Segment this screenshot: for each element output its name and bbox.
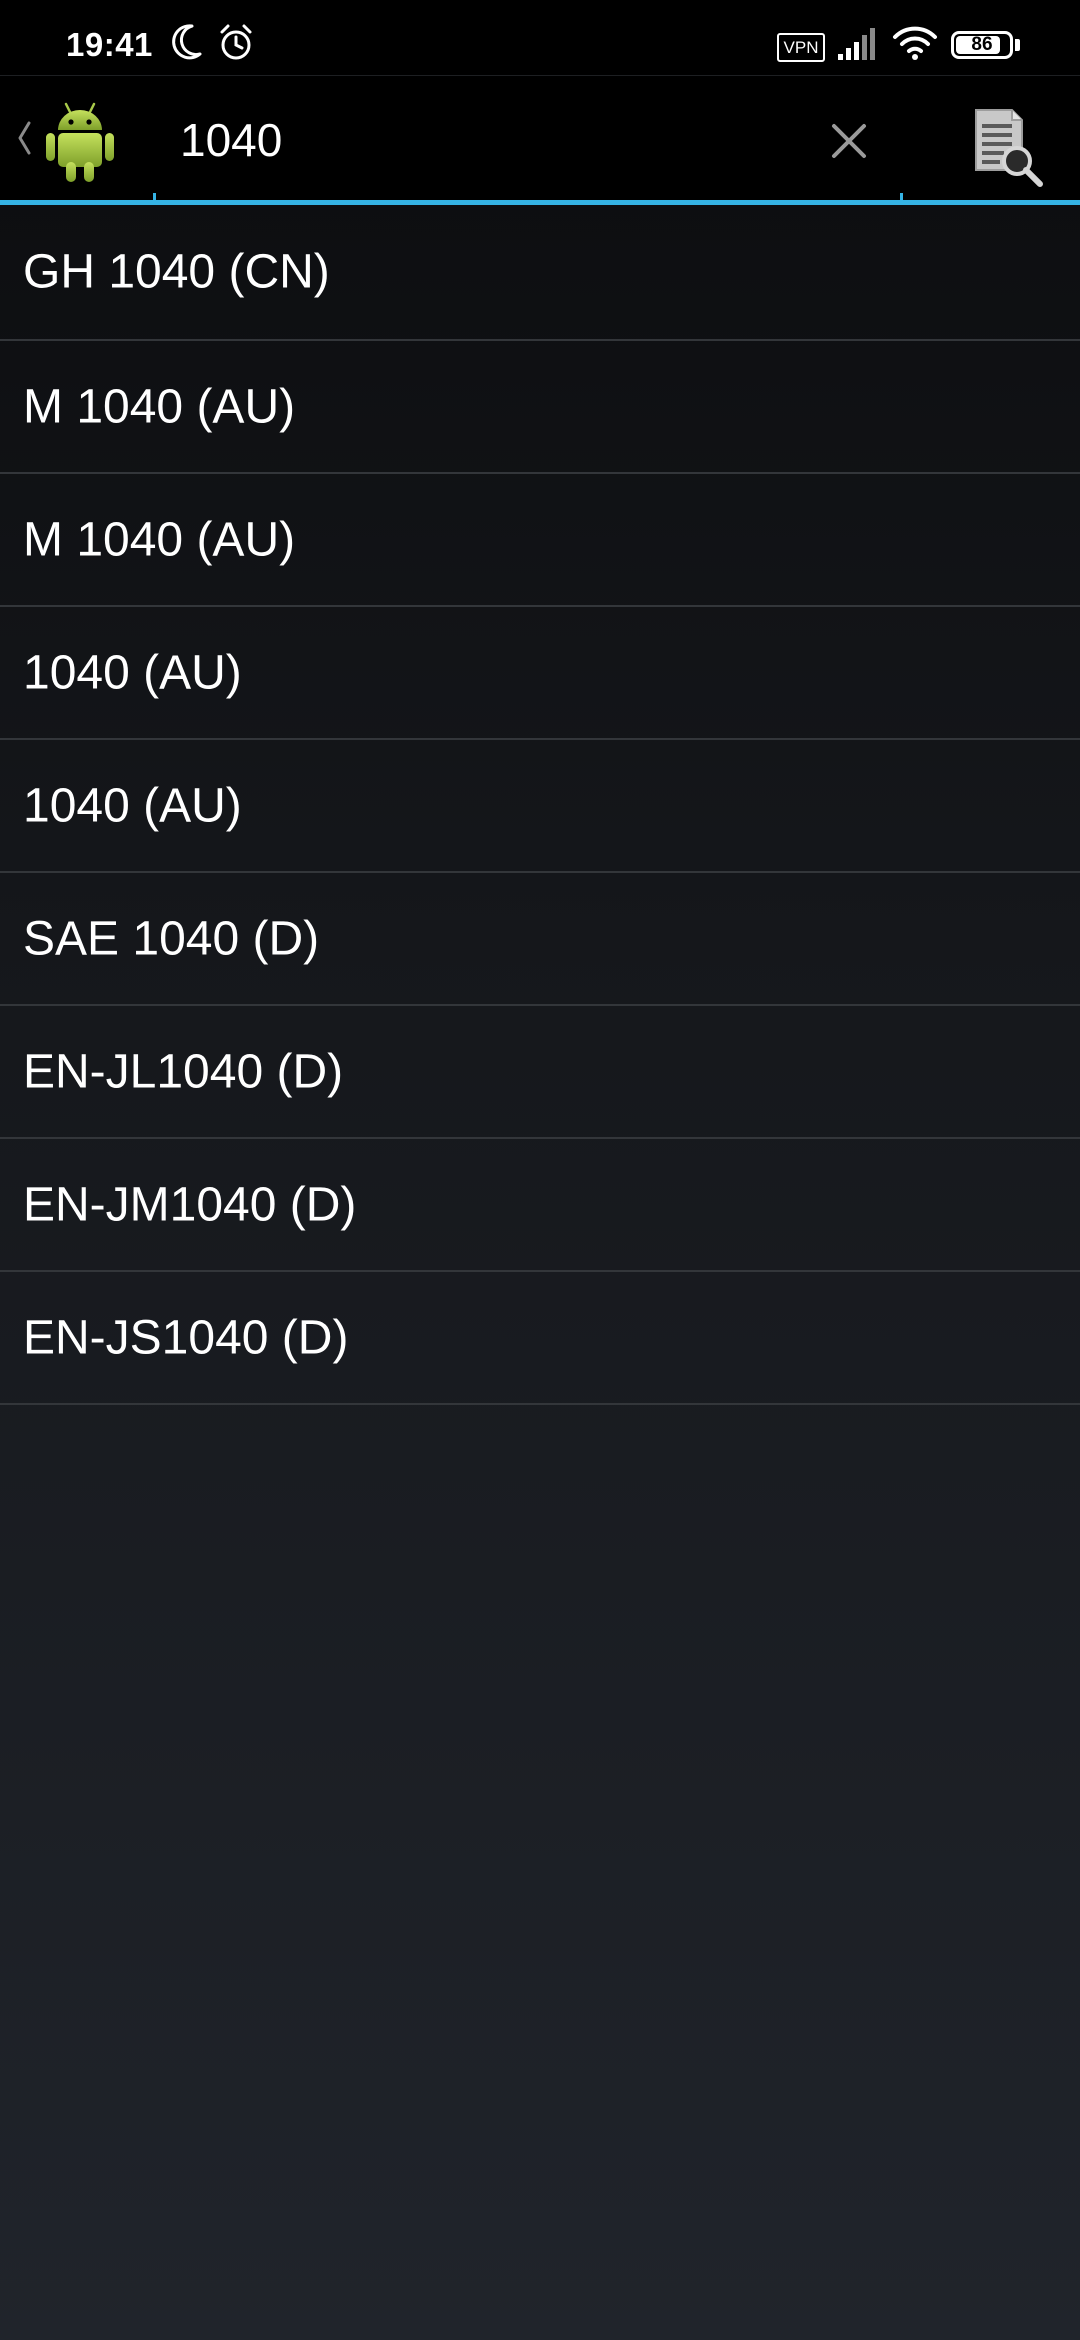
result-row[interactable]: M 1040 (AU) — [0, 474, 1080, 607]
result-label: M 1040 (AU) — [23, 380, 296, 433]
result-row[interactable]: GH 1040 (CN) — [0, 205, 1080, 341]
alarm-icon — [216, 20, 256, 69]
result-row[interactable]: SAE 1040 (D) — [0, 873, 1080, 1006]
chevron-left-icon — [16, 120, 32, 161]
result-row[interactable]: 1040 (AU) — [0, 740, 1080, 873]
up-button[interactable] — [6, 86, 124, 191]
status-bar: 19:41 VPN 86 — [0, 0, 1080, 76]
search-document-button[interactable] — [968, 104, 1048, 188]
result-label: EN-JS1040 (D) — [23, 1311, 349, 1364]
result-label: EN-JM1040 (D) — [23, 1178, 357, 1231]
result-label: SAE 1040 (D) — [23, 912, 320, 965]
android-logo-icon — [42, 100, 118, 189]
clear-search-button[interactable] — [816, 108, 882, 174]
close-icon — [816, 124, 882, 178]
result-label: 1040 (AU) — [23, 779, 242, 832]
search-input[interactable] — [180, 100, 790, 180]
status-time: 19:41 — [66, 26, 153, 63]
result-label: 1040 (AU) — [23, 646, 242, 699]
signal-icon — [836, 20, 878, 69]
results-list: GH 1040 (CN) M 1040 (AU) M 1040 (AU) 1040 (… — [0, 205, 1080, 1405]
result-row[interactable]: 1040 (AU) — [0, 607, 1080, 740]
result-row[interactable]: EN-JS1040 (D) — [0, 1272, 1080, 1405]
vpn-badge: VPN — [777, 33, 825, 62]
result-row[interactable]: M 1040 (AU) — [0, 341, 1080, 474]
document-search-icon — [968, 109, 1048, 192]
moon-icon — [170, 20, 206, 69]
wifi-icon — [892, 20, 938, 69]
battery-level: 86 — [971, 34, 993, 55]
result-row[interactable]: EN-JM1040 (D) — [0, 1139, 1080, 1272]
result-row[interactable]: EN-JL1040 (D) — [0, 1006, 1080, 1139]
battery-cap — [1015, 39, 1020, 51]
result-label: EN-JL1040 (D) — [23, 1045, 344, 1098]
battery-indicator: 86 — [951, 31, 1013, 59]
result-label: GH 1040 (CN) — [23, 245, 330, 299]
result-label: M 1040 (AU) — [23, 513, 296, 566]
